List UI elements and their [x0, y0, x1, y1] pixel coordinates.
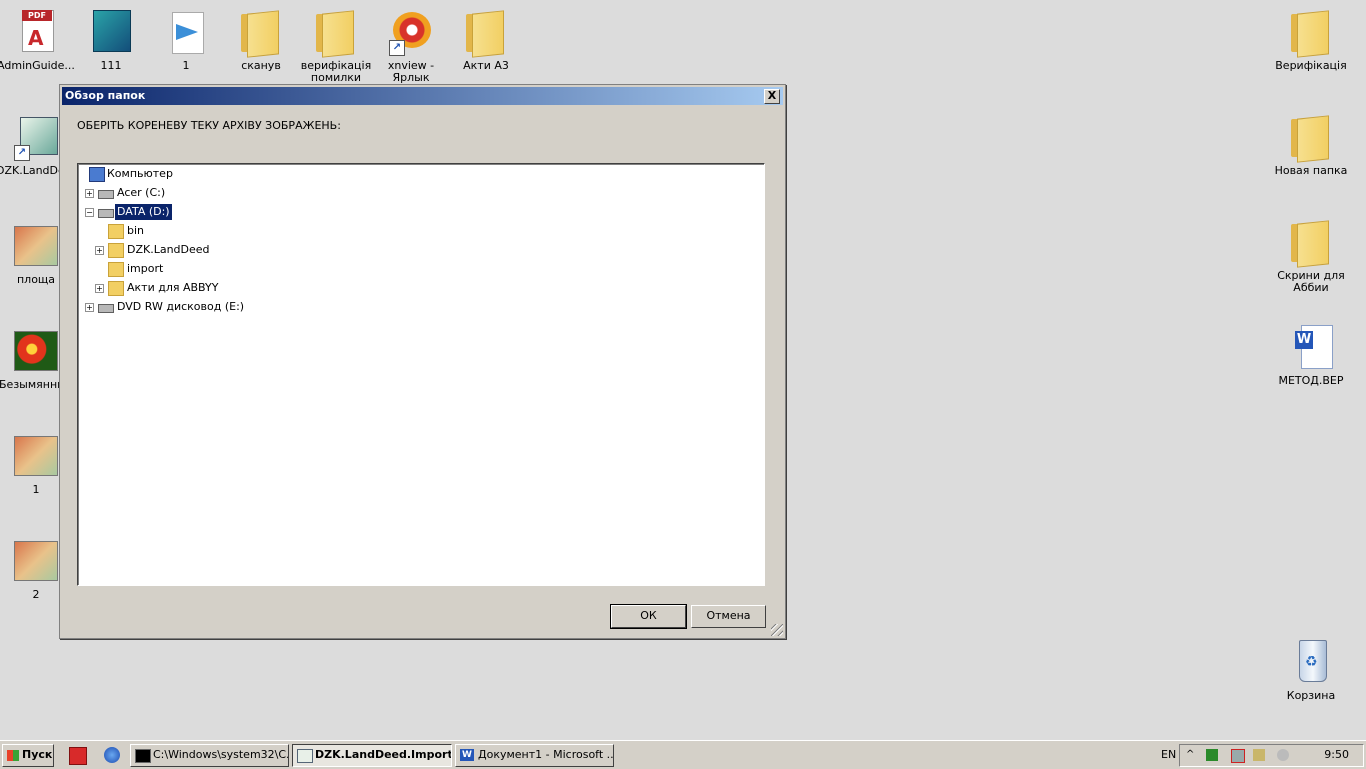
- image-icon: [12, 432, 60, 480]
- app-window-icon: [297, 749, 313, 763]
- xnview-icon: ↗: [387, 8, 435, 56]
- expand-button[interactable]: +: [95, 284, 104, 293]
- recycle-bin-icon: ♻: [1287, 638, 1335, 686]
- taskbar-item-label: DZK.LandDeed.Import: [315, 748, 452, 761]
- tree-item-label: Acer (C:): [117, 186, 166, 199]
- desktop-icon-label: Верифікація: [1275, 59, 1347, 72]
- desktop-icon-adminguide[interactable]: PDF A AdminGuide...: [0, 8, 76, 72]
- desktop-icon-xnview[interactable]: ↗ xnview - Ярлык: [371, 8, 451, 84]
- desktop-icon-verifikatsiya[interactable]: Верифікація: [1271, 8, 1351, 72]
- system-tray: ^ 9:50: [1179, 744, 1364, 767]
- taskbar-item-cmd[interactable]: C:\Windows\system32\C...: [130, 744, 289, 767]
- dialog-title: Обзор папок: [65, 89, 146, 102]
- expand-button[interactable]: +: [85, 189, 94, 198]
- ok-button[interactable]: ОК: [610, 604, 687, 629]
- desktop-icon-label: 111: [100, 59, 122, 72]
- image-icon: [12, 222, 60, 270]
- dialog-titlebar[interactable]: Обзор папок X: [62, 87, 783, 105]
- desktop-icon-akty-a3[interactable]: Акти А3: [446, 8, 526, 72]
- word-icon: W: [460, 749, 474, 761]
- volume-muted-icon[interactable]: [1277, 749, 1289, 761]
- clock[interactable]: 9:50: [1324, 748, 1349, 761]
- dialog-prompt: ОБЕРІТЬ КОРЕНЕВУ ТЕКУ АРХІВУ ЗОБРАЖЕНЬ:: [77, 119, 341, 132]
- desktop-icon-recycle-bin[interactable]: ♻ Корзина: [1271, 638, 1351, 702]
- desktop-icon-label: верифікація помилки: [300, 59, 372, 84]
- desktop-icon-label: Скрини для Аббии: [1277, 269, 1345, 294]
- folder-icon: [108, 224, 124, 239]
- expand-button[interactable]: +: [85, 303, 94, 312]
- taskbar-item-word[interactable]: W Документ1 - Microsoft ...: [455, 744, 614, 767]
- folder-tree[interactable]: Компьютер + Acer (C:) − DATA (D:) bin + …: [77, 163, 765, 586]
- tray-app-icon[interactable]: [1206, 749, 1218, 761]
- tree-item-label: DZK.LandDeed: [127, 243, 210, 256]
- folder-icon: [237, 8, 285, 58]
- close-icon: X: [767, 89, 777, 102]
- folder-icon: [108, 243, 124, 258]
- tree-item-label: DVD RW дисковод (E:): [117, 300, 245, 313]
- console-icon: [135, 749, 151, 763]
- desktop-icon-label: Корзина: [1286, 689, 1336, 702]
- expand-button[interactable]: +: [95, 246, 104, 255]
- dvd-drive-icon: [98, 304, 114, 313]
- taskbar-item-dzk-import[interactable]: DZK.LandDeed.Import: [292, 744, 452, 767]
- language-indicator[interactable]: EN: [1161, 748, 1176, 761]
- quicklaunch-browser-icon[interactable]: [104, 747, 120, 763]
- folder-icon: [1287, 218, 1335, 268]
- folder-icon: [1287, 113, 1335, 163]
- desktop-icon-verifikatsiya-pomylky[interactable]: верифікація помилки: [296, 8, 376, 84]
- folder-icon: [312, 8, 360, 58]
- taskbar-item-label: Документ1 - Microsoft ...: [478, 748, 614, 761]
- quicklaunch-checkmark-icon[interactable]: [69, 747, 87, 765]
- app-shortcut-icon: ↗: [12, 113, 60, 161]
- start-button[interactable]: Пуск: [2, 744, 54, 767]
- desktop-icon-label: МЕТОД.ВЕР: [1278, 374, 1344, 387]
- start-label: Пуск: [22, 748, 53, 761]
- tree-item-label: import: [127, 262, 164, 275]
- word-document-icon: W: [1287, 323, 1335, 371]
- desktop-icon-label: сканув: [241, 59, 281, 72]
- tree-item-label: Компьютер: [107, 167, 173, 180]
- desktop-icon-metod-ver[interactable]: W МЕТОД.ВЕР: [1271, 323, 1351, 387]
- computer-icon: [89, 167, 105, 182]
- desktop-icon-skanuv[interactable]: сканув: [221, 8, 301, 72]
- browse-folder-dialog: Обзор папок X ОБЕРІТЬ КОРЕНЕВУ ТЕКУ АРХІ…: [59, 84, 786, 639]
- folder-icon: [108, 262, 124, 277]
- folder-icon: [1287, 8, 1335, 58]
- image-icon: [12, 537, 60, 585]
- drive-icon: [98, 209, 114, 218]
- close-button[interactable]: X: [764, 89, 780, 104]
- resize-grip[interactable]: [771, 624, 783, 636]
- image-icon: [12, 327, 60, 375]
- desktop-icon-label: AdminGuide...: [0, 59, 75, 72]
- cancel-button[interactable]: Отмена: [691, 605, 766, 628]
- folder-icon: [462, 8, 510, 58]
- taskbar: Пуск C:\Windows\system32\C... DZK.LandDe…: [0, 740, 1366, 769]
- desktop-icon-skryny[interactable]: Скрини для Аббии: [1271, 218, 1351, 294]
- app-icon: [87, 8, 135, 56]
- paper-plane-icon: [162, 8, 210, 56]
- taskbar-item-label: C:\Windows\system32\C...: [153, 748, 289, 761]
- show-hidden-icons-icon[interactable]: ^: [1186, 749, 1198, 761]
- network-error-icon[interactable]: [1231, 749, 1245, 763]
- tree-item-label: DATA (D:): [114, 203, 173, 221]
- tree-item-label: Акти для ABBYY: [127, 281, 219, 294]
- windows-logo-icon: [7, 750, 19, 761]
- shortcut-arrow-icon: ↗: [389, 40, 405, 56]
- shortcut-arrow-icon: ↗: [14, 145, 30, 161]
- desktop-icon-label: Новая папка: [1274, 164, 1348, 177]
- drive-icon: [98, 190, 114, 199]
- folder-icon: [108, 281, 124, 296]
- collapse-button[interactable]: −: [85, 208, 94, 217]
- desktop-icon-label: 1: [182, 59, 190, 72]
- desktop-icon-label: Акти А3: [463, 59, 509, 72]
- pdf-icon: PDF A: [12, 8, 60, 56]
- tree-item-label: bin: [127, 224, 145, 237]
- desktop-icon-label: xnview - Ярлык: [387, 59, 435, 84]
- desktop-icon-111[interactable]: 111: [71, 8, 151, 72]
- desktop-icon-nova-papka[interactable]: Новая папка: [1271, 113, 1351, 177]
- desktop-icon-1[interactable]: 1: [146, 8, 226, 72]
- power-icon[interactable]: [1253, 749, 1265, 761]
